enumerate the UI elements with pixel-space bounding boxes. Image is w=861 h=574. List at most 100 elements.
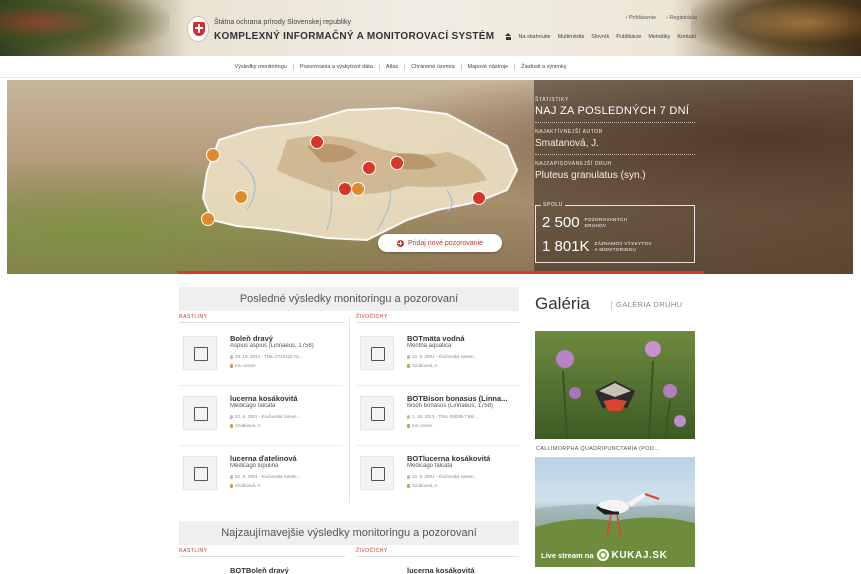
record-author-text[interactable]: Szabóová, A. — [412, 363, 439, 368]
nav-atlas[interactable]: Atlas — [380, 63, 406, 70]
records-count: 1 801K — [542, 238, 590, 255]
species-name[interactable]: lucerna kosákovitá — [230, 394, 298, 403]
account-links: Prihlásenie Registrácia — [626, 15, 697, 21]
totals-tag: SPOLU — [541, 202, 565, 208]
weekly-stats: ŠTATISTIKY NAJ ZA POSLEDNÝCH 7 DNÍ NAJAK… — [535, 97, 695, 181]
species-latin-name: Aspius aspius (Linnaeus, 1758) — [230, 343, 314, 349]
map-marker[interactable] — [310, 135, 324, 149]
user-icon — [230, 423, 233, 428]
latest-animal-item[interactable]: BOTlucerna kosákovitá Medicago falcata 22.… — [356, 450, 524, 502]
latest-plant-item[interactable]: lucerna kosákovitá Medicago falcata 22. 8.… — [179, 390, 347, 442]
species-name[interactable]: BOTmäta vodná — [407, 334, 465, 343]
active-author-caption: NAJAKTÍVNEJŠÍ AUTOR — [535, 129, 603, 135]
interesting-animals-heading[interactable]: ŽIVOČÍCHY — [356, 548, 388, 554]
species-name[interactable]: BOTlucerna kosákovitá — [407, 454, 490, 463]
species-name[interactable]: lucerna ďatelinová — [230, 454, 297, 463]
map-marker[interactable] — [362, 161, 376, 175]
user-icon — [230, 483, 233, 488]
latest-plant-item[interactable]: lucerna ďatelinová Medicago lupulina 22. 8… — [179, 450, 347, 502]
location-pin-icon — [407, 354, 410, 359]
util-link-contact[interactable]: Kontakt — [677, 34, 696, 40]
record-author-text[interactable]: ms ozoncI — [235, 363, 256, 368]
species-name[interactable]: Boleň dravý — [230, 334, 273, 343]
location-pin-icon — [230, 354, 233, 359]
nav-protected-areas[interactable]: Chránené územia — [405, 63, 462, 70]
species-name[interactable]: BOTBison bonasus (Linna... — [407, 394, 507, 403]
header-photo-left — [0, 0, 170, 56]
map-marker[interactable] — [390, 156, 404, 170]
latest-plants-heading[interactable]: RASTLINY — [179, 314, 207, 320]
species-latin-name: Bison bonasus (Linnaeus, 1758) — [407, 403, 494, 409]
thumbnail-placeholder-icon[interactable] — [183, 396, 217, 430]
item-separator — [356, 385, 520, 386]
add-observation-label: Pridaj nové pozorovanie — [407, 239, 484, 247]
thumbnail-placeholder-icon[interactable] — [183, 336, 217, 370]
map-marker[interactable] — [351, 182, 365, 196]
gallery-moth-photo[interactable] — [535, 331, 695, 439]
thumbnail-placeholder-icon[interactable] — [360, 336, 394, 370]
util-link-multimedia[interactable]: Multimédiá — [558, 34, 585, 40]
login-link[interactable]: Prihlásenie — [626, 15, 656, 21]
state-emblem-icon[interactable] — [187, 16, 209, 42]
record-meta: 22. 8. 2001 - Kručovská ramen... — [230, 474, 300, 479]
stats-caption: ŠTATISTIKY — [535, 97, 569, 103]
record-author-text[interactable]: Szabóová, A. — [235, 483, 262, 488]
home-icon[interactable] — [504, 33, 512, 40]
species-latin-name: Mentha aquatica — [407, 343, 452, 349]
nav-monitoring-results[interactable]: Výsledky monitoringu — [229, 63, 294, 70]
record-author-text[interactable]: ms ozoncI — [412, 423, 433, 428]
nav-requests[interactable]: Žiadosti a výnimky — [515, 64, 572, 70]
system-name[interactable]: KOMPLEXNÝ INFORMAČNÝ A MONITOROVACÍ SYST… — [214, 31, 494, 42]
map-marker[interactable] — [201, 212, 215, 226]
record-author: Szabóová, A. — [407, 363, 439, 368]
interesting-animal-name: lucerna kosákovitá — [407, 566, 475, 574]
thumbnail-placeholder-icon[interactable] — [360, 396, 394, 430]
thumbnail-placeholder-icon[interactable] — [183, 456, 217, 490]
util-link-publications[interactable]: Publikácie — [616, 34, 641, 40]
interesting-plants-heading[interactable]: RASTLINY — [179, 548, 207, 554]
main-nav: Výsledky monitoringu Pozorovania a výsky… — [0, 56, 861, 78]
top-species[interactable]: Pluteus granulatus (syn.) — [535, 170, 695, 181]
record-meta-text: 22. 8. 2001 - Kručovská ramen... — [412, 354, 478, 359]
gallery-title[interactable]: Galéria — [535, 294, 590, 314]
add-observation-button[interactable]: Pridaj nové pozorovanie — [378, 234, 502, 252]
records-count-label: ZÁZNAMOV VÝSKYTOV A MONITORINGU — [594, 241, 652, 252]
location-pin-icon — [407, 474, 410, 479]
item-separator — [356, 445, 520, 446]
active-author[interactable]: Smatanová, J. — [535, 138, 695, 149]
hero-accent-line — [177, 271, 704, 274]
record-meta: 29. 10. 2013 - TNIL-2743J22 As... — [230, 354, 302, 359]
latest-plant-item[interactable]: Boleň dravý Aspius aspius (Linnaeus, 1758… — [179, 330, 347, 382]
org-name[interactable]: Štátna ochrana prírody Slovenskej republ… — [214, 19, 351, 26]
site-header: Štátna ochrana prírody Slovenskej republ… — [0, 0, 861, 56]
latest-animal-item[interactable]: BOTmäta vodná Mentha aquatica 22. 8. 2001 … — [356, 330, 524, 382]
totals-box: SPOLU 2 500 POZOROVANÝCH DRUHOV 1 801K Z… — [535, 202, 695, 263]
map-marker[interactable] — [206, 148, 220, 162]
nav-observations[interactable]: Pozorovania a výskytové dáta — [294, 63, 380, 70]
util-link-glossary[interactable]: Slovník — [591, 34, 609, 40]
record-meta: 22. 8. 2001 - Kručovská ramen... — [407, 354, 477, 359]
record-author: Szabóová, A. — [230, 483, 262, 488]
record-author-text[interactable]: Szabóová, A. — [235, 423, 262, 428]
interesting-animal-item[interactable]: lucerna kosákovitá — [356, 566, 524, 574]
gallery-caption[interactable]: CALLIMORPHA QUADRIPUNCTARIA (POD... — [536, 446, 659, 452]
record-meta-text: 22. 8. 2001 - Kručovská ramen... — [235, 474, 301, 479]
latest-animal-item[interactable]: BOTBison bonasus (Linna... Bison bonasus … — [356, 390, 524, 442]
live-stream-stork-photo[interactable]: Live stream na KUKAJ.SK — [535, 457, 695, 567]
map-marker[interactable] — [234, 190, 248, 204]
nav-map-tools[interactable]: Mapové nástroje — [462, 63, 516, 70]
interesting-plant-item[interactable]: BOTBoleň dravý — [179, 566, 347, 574]
thumbnail-placeholder-icon[interactable] — [360, 456, 394, 490]
util-link-methods[interactable]: Metodiky — [648, 34, 670, 40]
species-latin-name: Medicago lupulina — [230, 463, 279, 469]
record-author-text[interactable]: Szabóová, A. — [412, 483, 439, 488]
register-link[interactable]: Registrácia — [666, 15, 697, 21]
map-marker[interactable] — [472, 191, 486, 205]
gallery-subtitle[interactable]: GALÉRIA DRUHU — [611, 300, 682, 310]
species-count-label: POZOROVANÝCH DRUHOV — [584, 217, 628, 228]
record-author: Szabóová, A. — [230, 423, 262, 428]
latest-animals-heading[interactable]: ŽIVOČÍCHY — [356, 314, 388, 320]
live-stream-link[interactable]: Live stream na KUKAJ.SK — [541, 549, 667, 561]
map-marker[interactable] — [338, 182, 352, 196]
util-link-downloads[interactable]: Na stiahnutie — [519, 34, 551, 40]
